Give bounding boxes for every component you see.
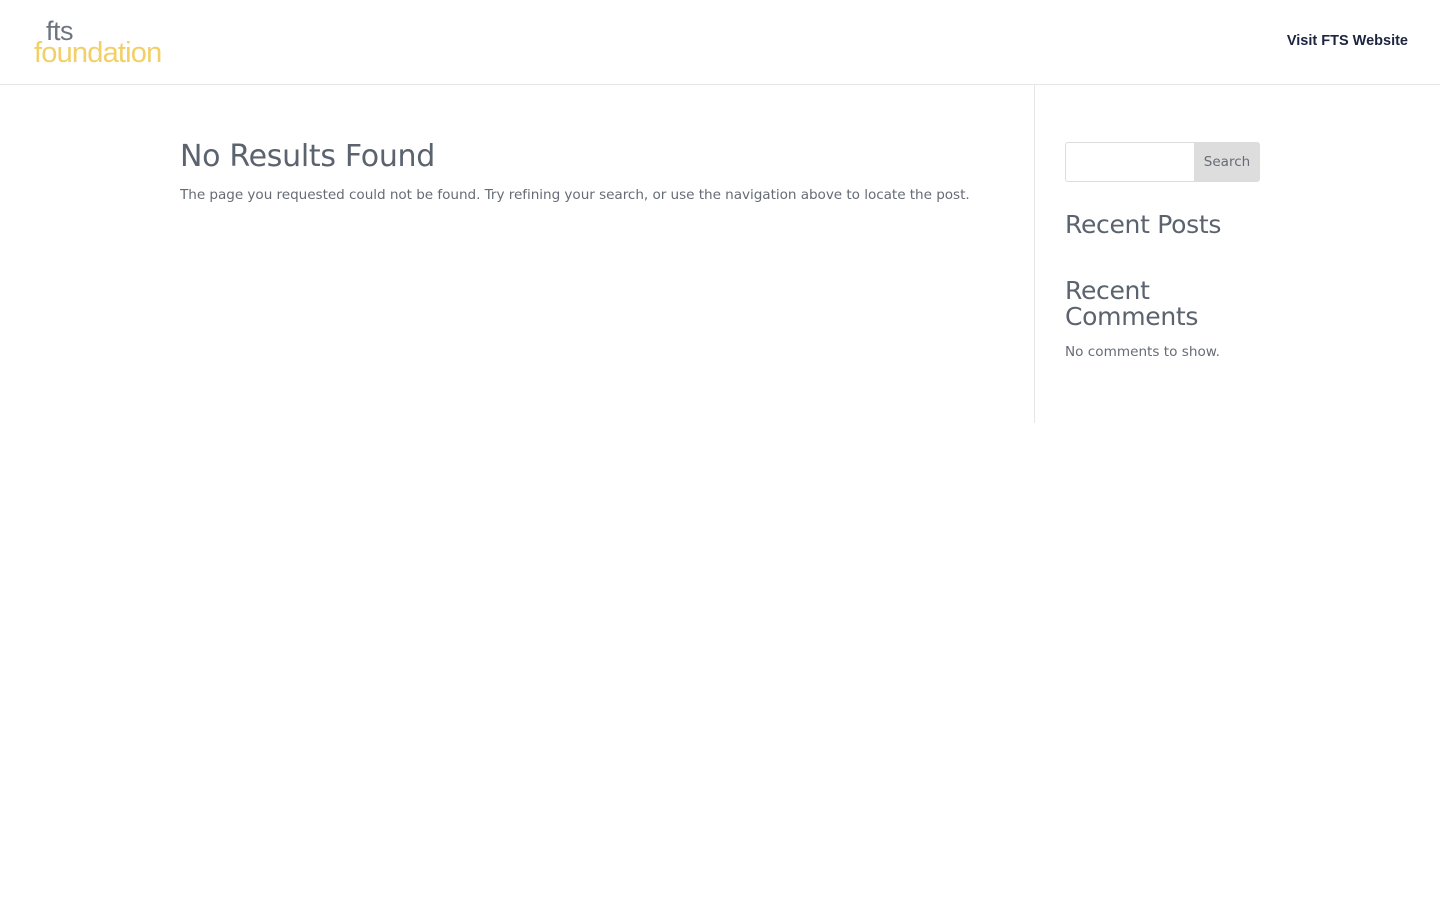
search-button[interactable]: Search — [1194, 142, 1260, 182]
page-title: No Results Found — [180, 139, 436, 174]
search-input[interactable] — [1065, 142, 1195, 182]
search-form: Search — [1065, 142, 1260, 182]
no-comments-text: No comments to show. — [1065, 344, 1220, 360]
recent-posts-widget: Recent Posts — [1065, 212, 1260, 238]
logo-text-foundation: foundation — [34, 37, 162, 69]
sidebar-divider — [1034, 85, 1035, 423]
sidebar: Search Recent Posts Recent Comments No c… — [1065, 142, 1260, 362]
recent-comments-widget: Recent Comments No comments to show. — [1065, 278, 1260, 362]
fts-foundation-logo[interactable]: fts foundation — [34, 18, 184, 68]
site-header: fts foundation Visit FTS Website — [0, 0, 1440, 85]
main-content: No Results Found The page you requested … — [180, 138, 1000, 205]
visit-fts-website-link[interactable]: Visit FTS Website — [1287, 33, 1408, 49]
recent-posts-title: Recent Posts — [1065, 210, 1222, 239]
recent-comments-title: Recent Comments — [1065, 276, 1199, 331]
not-found-message: The page you requested could not be foun… — [180, 187, 970, 203]
